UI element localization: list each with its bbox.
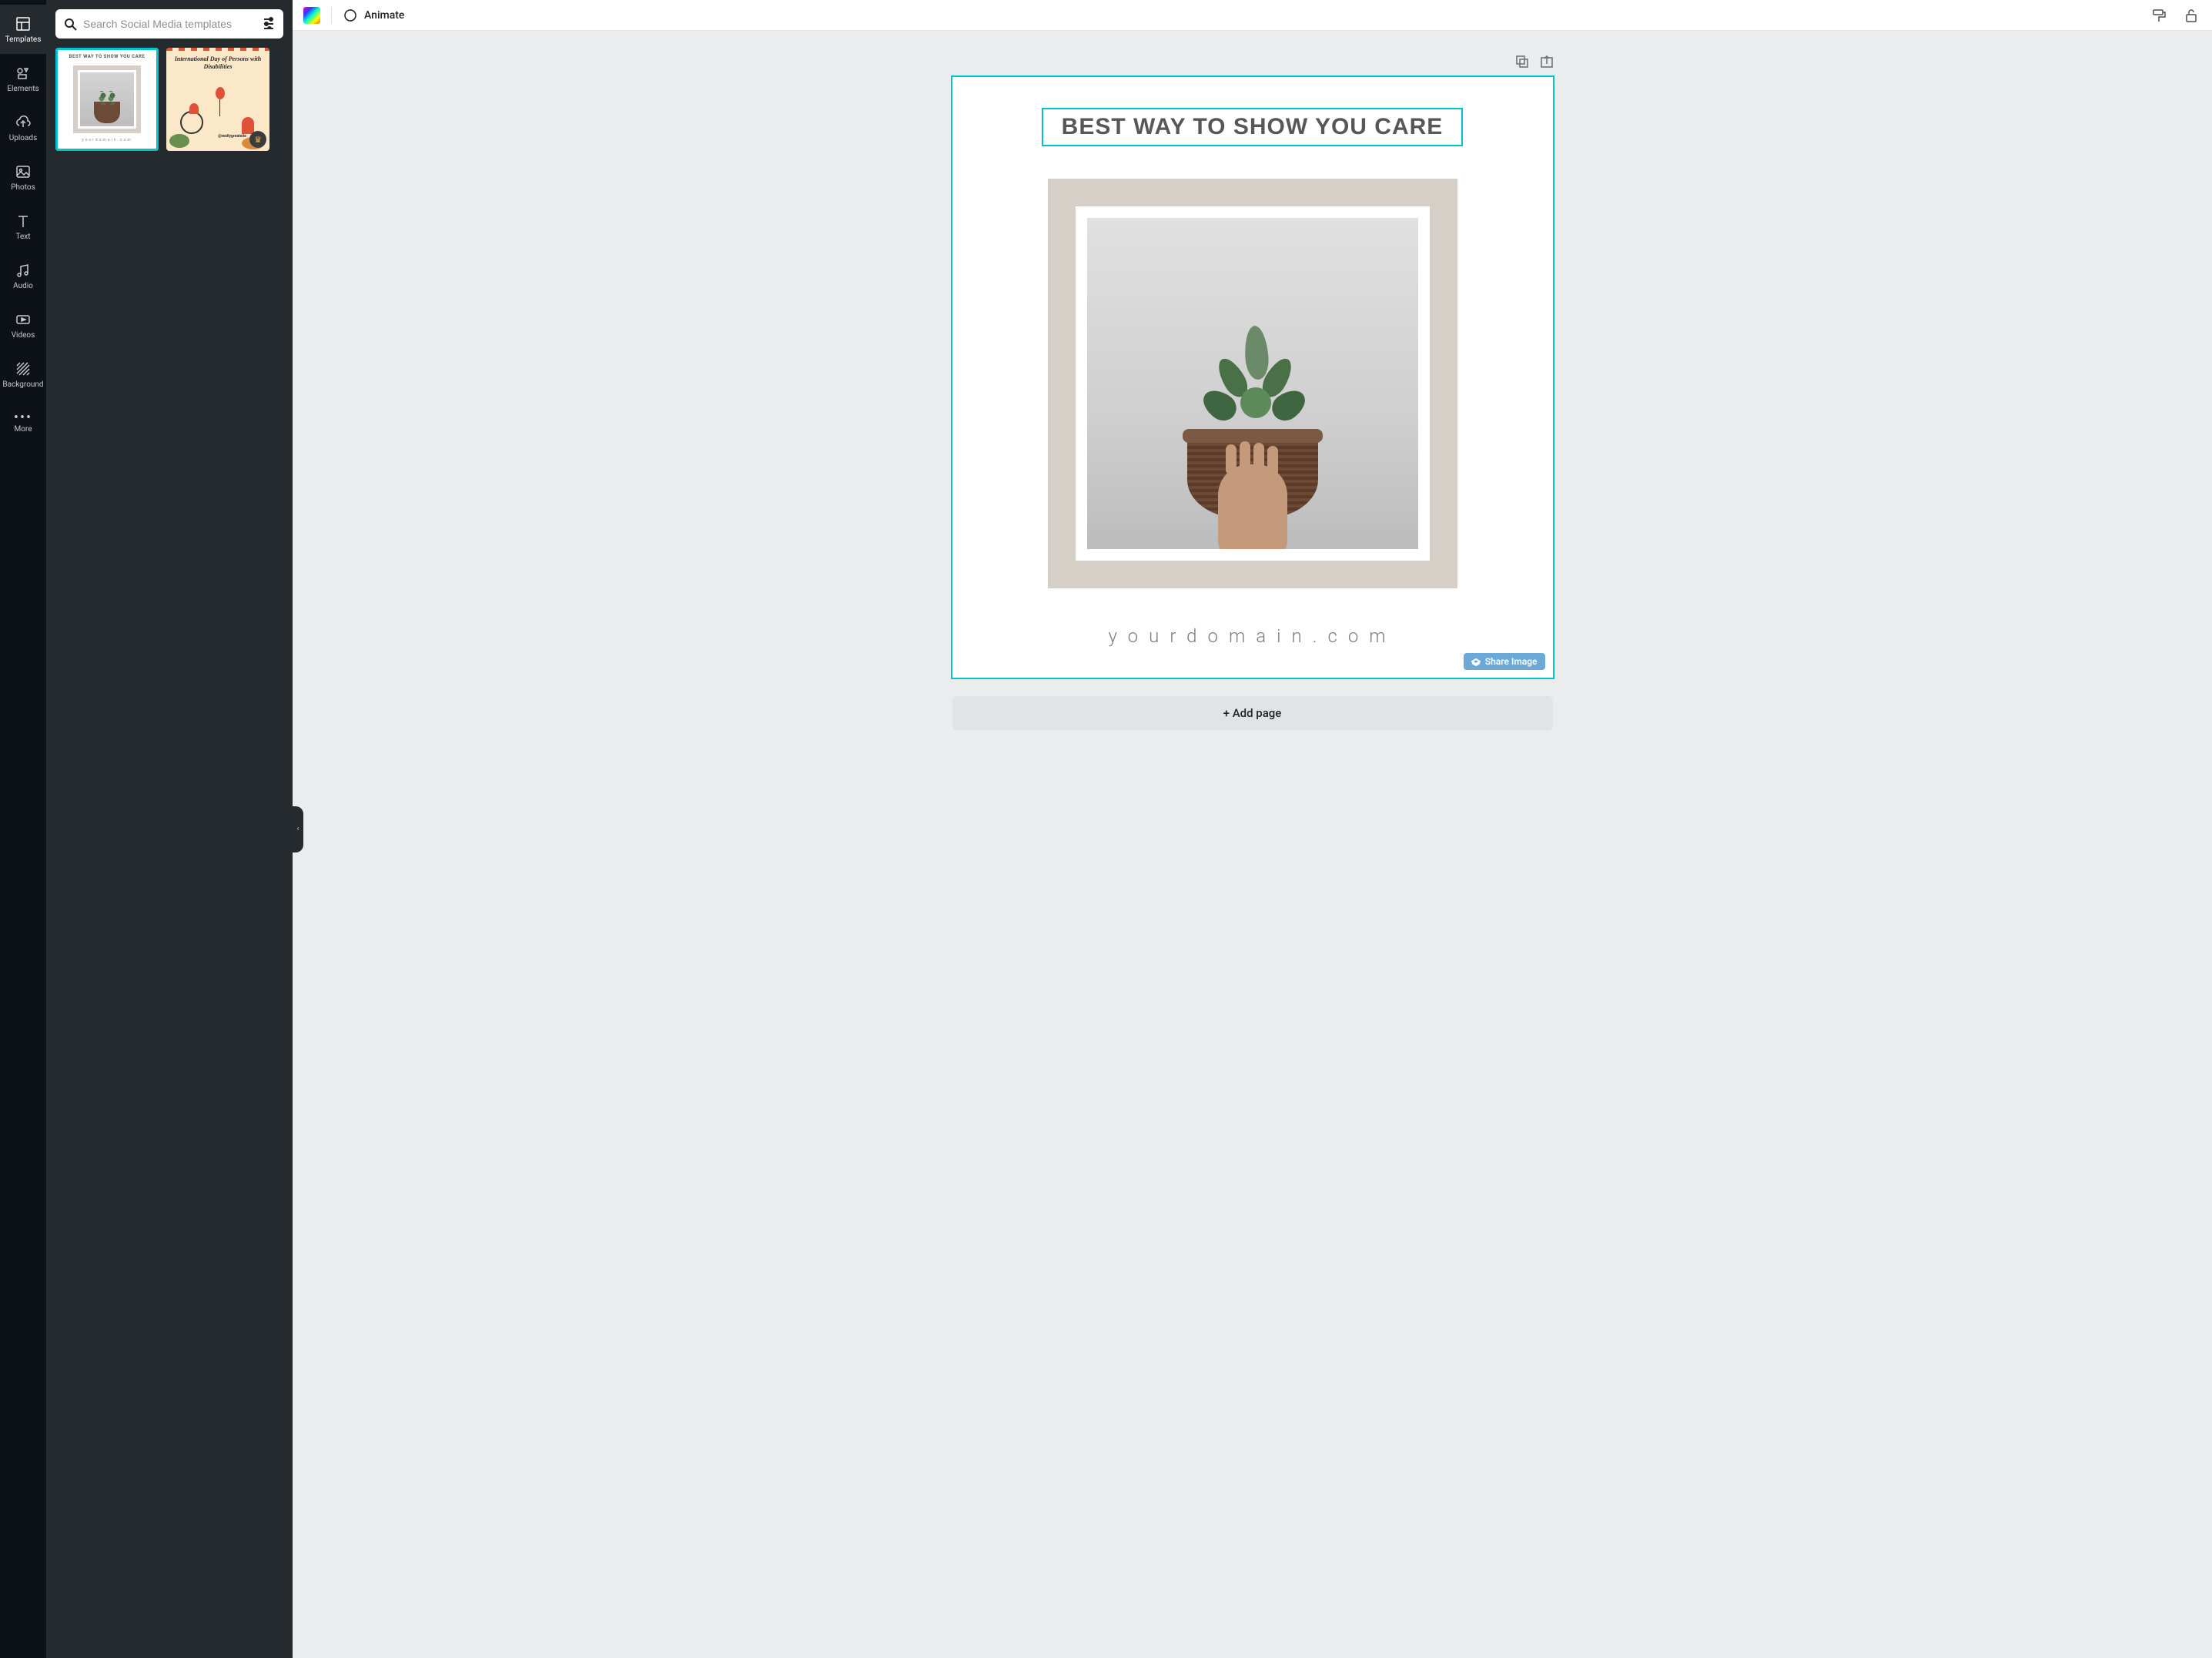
animate-label: Animate xyxy=(364,9,404,22)
text-icon xyxy=(15,213,32,229)
color-picker-button[interactable] xyxy=(303,7,320,24)
rail-text[interactable]: Text xyxy=(0,202,46,251)
sliders-icon xyxy=(262,15,276,29)
rail-label: Elements xyxy=(7,85,38,93)
add-page-button[interactable]: + Add page xyxy=(952,696,1553,730)
search-input[interactable] xyxy=(83,18,256,30)
left-rail: Templates Elements Uploads Photos Text A… xyxy=(0,0,46,1658)
rail-label: Uploads xyxy=(9,134,37,142)
page-actions xyxy=(952,54,1553,71)
templates-icon xyxy=(15,15,32,32)
photo-mat xyxy=(1076,206,1430,561)
elements-icon xyxy=(15,65,32,82)
filter-button[interactable] xyxy=(262,15,276,32)
chevron-left-icon: ‹ xyxy=(296,825,299,833)
rail-uploads[interactable]: Uploads xyxy=(0,103,46,152)
rail-label: Videos xyxy=(12,331,35,340)
premium-badge: ♛ xyxy=(249,131,266,148)
context-toolbar: Animate xyxy=(293,0,2212,31)
template-thumb-1[interactable]: BEST WAY TO SHOW YOU CARE yourdomain.com xyxy=(55,48,159,151)
uploads-icon xyxy=(15,114,32,131)
domain-text[interactable]: yourdomain.com xyxy=(1108,625,1396,647)
rail-label: Text xyxy=(15,233,30,241)
photos-icon xyxy=(15,163,32,180)
rail-background[interactable]: Background xyxy=(0,350,46,399)
more-icon: ••• xyxy=(14,414,32,422)
rail-audio[interactable]: Audio xyxy=(0,251,46,300)
rail-templates[interactable]: Templates xyxy=(0,5,46,54)
background-icon xyxy=(15,360,32,377)
divider xyxy=(331,7,332,24)
wheelchair-icon xyxy=(180,111,203,134)
blob-icon xyxy=(169,134,189,148)
thumb-handle: @reallygreatsite xyxy=(218,134,246,139)
thumb-title: International Day of Persons with Disabi… xyxy=(166,51,269,72)
animate-button[interactable]: Animate xyxy=(343,8,404,23)
videos-icon xyxy=(15,311,32,328)
hand-illustration xyxy=(1218,464,1287,549)
copy-style-button[interactable] xyxy=(2147,5,2169,26)
rail-label: Photos xyxy=(11,183,35,192)
share-image-button[interactable]: Share Image xyxy=(1464,653,1545,670)
audio-icon xyxy=(15,262,32,279)
share-label: Share Image xyxy=(1485,656,1538,667)
thumb-domain: yourdomain.com xyxy=(55,133,159,142)
main-area: Animate BEST WAY TO SHOW YOU CARE xyxy=(293,0,2212,1658)
duplicate-page-button[interactable] xyxy=(1514,54,1528,71)
add-page-label: + Add page xyxy=(1223,706,1282,720)
paint-roller-icon xyxy=(2150,8,2166,23)
panel-collapse-button[interactable]: ‹ xyxy=(293,806,303,852)
lock-button[interactable] xyxy=(2180,5,2201,26)
plant-illustration xyxy=(1176,326,1330,441)
headline-text-box[interactable]: BEST WAY TO SHOW YOU CARE xyxy=(1042,108,1464,146)
rail-videos[interactable]: Videos xyxy=(0,300,46,350)
layers-icon xyxy=(1471,657,1481,666)
thumb-photo xyxy=(78,70,136,129)
thumb-title: BEST WAY TO SHOW YOU CARE xyxy=(55,48,159,62)
person-icon xyxy=(242,117,254,134)
photo-frame[interactable] xyxy=(1048,179,1457,588)
rail-label: Background xyxy=(2,380,43,389)
animate-icon xyxy=(343,8,358,23)
search-icon xyxy=(63,17,77,31)
rail-more[interactable]: ••• More xyxy=(0,399,46,448)
export-page-button[interactable] xyxy=(1539,54,1553,71)
crown-icon: ♛ xyxy=(254,135,262,145)
rail-elements[interactable]: Elements xyxy=(0,54,46,103)
templates-panel: BEST WAY TO SHOW YOU CARE yourdomain.com… xyxy=(46,0,293,1658)
photo-image[interactable] xyxy=(1087,218,1418,549)
rail-photos[interactable]: Photos xyxy=(0,152,46,202)
lock-icon xyxy=(2183,8,2198,23)
headline-text: BEST WAY TO SHOW YOU CARE xyxy=(1062,114,1444,140)
export-icon xyxy=(1539,54,1553,68)
duplicate-icon xyxy=(1514,54,1528,68)
rail-label: More xyxy=(14,425,32,434)
balloon-icon xyxy=(216,87,225,99)
workspace[interactable]: BEST WAY TO SHOW YOU CARE yourdomain.com xyxy=(293,31,2212,1658)
search-bar xyxy=(55,9,283,39)
template-thumb-2[interactable]: International Day of Persons with Disabi… xyxy=(166,48,269,151)
rail-label: Audio xyxy=(13,282,33,290)
rail-label: Templates xyxy=(5,35,42,44)
thumb-frame xyxy=(73,65,141,133)
template-thumbs: BEST WAY TO SHOW YOU CARE yourdomain.com… xyxy=(55,48,283,151)
plant-icon xyxy=(94,102,120,123)
design-canvas[interactable]: BEST WAY TO SHOW YOU CARE yourdomain.com xyxy=(952,77,1553,678)
